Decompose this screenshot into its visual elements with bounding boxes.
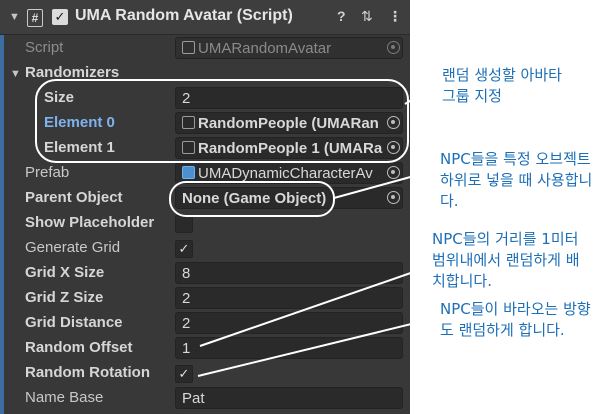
- annotation-text: 범위내에서 랜덤하게 배: [432, 251, 580, 269]
- annotation-random-offset: NPC들의 거리를 1미터 범위내에서 랜덤하게 배 치합니다.: [432, 229, 580, 292]
- annotation-text: 치합니다.: [432, 272, 492, 290]
- annotation-random-rotation: NPC들이 바라오는 방향 도 랜덤하게 합니다.: [440, 299, 591, 341]
- callout-line-3: [199, 266, 429, 347]
- callout-line-4: [197, 317, 437, 377]
- randomizers-highlight-outline: [35, 79, 409, 163]
- annotation-text: 그룹 지정: [442, 87, 502, 105]
- annotation-text: 다.: [440, 192, 459, 210]
- annotation-text: NPC들을 특정 오브젝트: [440, 150, 591, 168]
- annotation-randomizers: 랜덤 생성할 아바타 그룹 지정: [442, 65, 562, 107]
- annotation-text: 도 랜덤하게 합니다.: [440, 321, 565, 339]
- callout-line-1: [404, 83, 439, 105]
- callout-line-2: [333, 169, 437, 199]
- parent-object-highlight-outline: [169, 181, 335, 217]
- annotation-text: NPC들의 거리를 1미터: [432, 230, 579, 248]
- annotation-parent-object: NPC들을 특정 오브젝트 하위로 넣을 때 사용합니 다.: [440, 149, 592, 212]
- annotation-text: NPC들이 바라오는 방향: [440, 300, 591, 318]
- annotation-text: 하위로 넣을 때 사용합니: [440, 171, 593, 189]
- annotation-text: 랜덤 생성할 아바타: [442, 66, 562, 84]
